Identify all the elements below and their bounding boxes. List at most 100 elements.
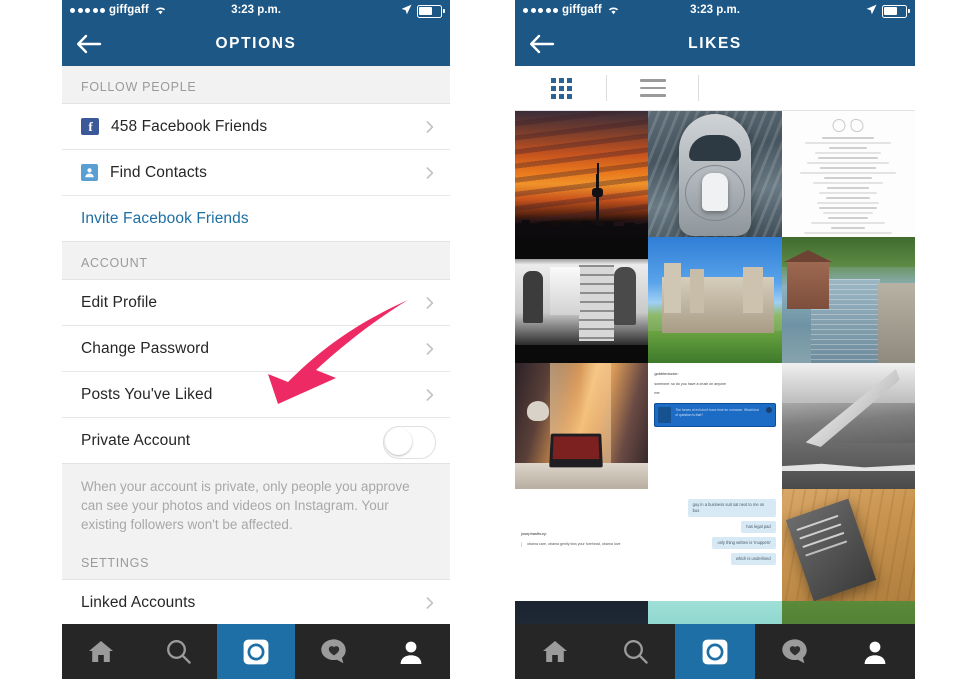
tile-tumblr-crush[interactable]: gobbledoctor: someone: so do you have a … [648,363,782,489]
row-find-contacts[interactable]: Find Contacts [62,149,450,195]
grid-view-tab[interactable] [515,66,607,110]
activity-tab[interactable] [755,624,835,679]
private-account-note: When your account is private, only peopl… [62,463,450,550]
camera-tab[interactable] [675,624,755,679]
tile-tumblr-obama[interactable]: josephasfbury: obama care, obama gently … [515,489,649,601]
tracklist-logo-icon [832,119,864,132]
heart-bubble-icon [320,639,346,664]
row-label: Posts You've Liked [81,385,213,403]
tumblr-line-2: me: [654,391,661,396]
search-tab[interactable] [595,624,675,679]
row-label: Private Account [81,431,191,449]
camera-icon [243,639,269,664]
facebook-icon: f [81,118,99,135]
status-bar-left: giffgaff 3:23 p.m. [62,0,450,22]
chevron-right-icon [426,166,434,179]
tracklist-lines [782,137,915,237]
location-arrow-icon [866,4,877,18]
person-icon [400,641,422,664]
row-label: Invite Facebook Friends [81,209,249,227]
phone-screen-options: giffgaff 3:23 p.m. OPTIONS FOLLOW PEOPLE [62,0,450,679]
contacts-icon [81,164,98,181]
row-posts-youve-liked[interactable]: Posts You've Liked [62,371,450,417]
search-icon [623,640,648,664]
status-right-group [866,4,910,18]
grid-icon [550,77,572,99]
status-right-group [401,4,445,18]
camera-icon [702,639,728,664]
tile-sunset-skyline[interactable] [515,111,649,237]
tumblr-line-1: someone: so do you have a crush on anyon… [654,382,727,386]
heart-bubble-icon [782,639,807,664]
chat-bubble: guy in a business suit sat next to me on… [687,499,776,517]
dialog-text: The forces of evil don't have time for r… [675,407,759,417]
nav-bar-right: LIKES [515,22,915,66]
battery-icon [882,4,910,18]
tab-bar-right [515,624,915,679]
activity-tab[interactable] [295,624,373,679]
tile-bw-interior[interactable] [515,237,649,363]
home-icon [88,640,113,662]
phone-screen-likes: giffgaff 3:23 p.m. LIKES gobbledoctor: s… [515,0,915,679]
list-icon [640,79,666,97]
row-invite-facebook-friends[interactable]: Invite Facebook Friends [62,195,450,241]
person-icon [864,641,886,664]
tile-river-houses[interactable] [781,237,915,363]
tumblr-username: gobbledoctor: [654,371,679,376]
clock-label: 3:23 p.m. [231,4,281,16]
row-label: Find Contacts [110,163,207,181]
dialog-close-icon [765,406,772,413]
row-change-password[interactable]: Change Password [62,325,450,371]
tumblr-quote: obama care, obama gently kiss your foreh… [521,542,642,548]
chevron-right-icon [426,120,434,133]
home-icon [543,640,567,662]
tile-desk-laptop[interactable] [515,363,649,489]
row-label: Edit Profile [81,293,158,311]
chat-bubble: has legal pad [741,520,776,533]
row-label: 458 Facebook Friends [111,117,268,135]
section-header-follow-people: FOLLOW PEOPLE [62,66,450,104]
tab-bar-left [62,624,450,679]
tile-yacht[interactable] [648,111,782,237]
row-label: Linked Accounts [81,593,196,611]
section-header-account: ACCOUNT [62,241,450,280]
profile-tab[interactable] [372,624,450,679]
profile-tab[interactable] [835,624,915,679]
row-facebook-friends[interactable]: f 458 Facebook Friends [62,104,450,149]
clock-label: 3:23 p.m. [690,4,740,16]
chevron-right-icon [426,388,434,401]
search-icon [166,640,191,664]
section-header-settings: SETTINGS [62,550,450,580]
chat-bubble: which is underlined [730,552,776,565]
home-tab[interactable] [62,624,140,679]
tile-tracklist[interactable] [781,111,915,237]
row-edit-profile[interactable]: Edit Profile [62,280,450,325]
row-label: Change Password [81,339,210,357]
location-arrow-icon [401,4,412,18]
tile-castle[interactable] [648,237,782,363]
list-view-tab[interactable] [607,66,699,110]
tile-chat-muppets[interactable]: guy in a business suit sat next to me on… [648,489,782,601]
row-linked-accounts[interactable]: Linked Accounts [62,580,450,625]
screenshot-root: giffgaff 3:23 p.m. OPTIONS FOLLOW PEOPLE [0,0,960,679]
battery-icon [417,4,445,18]
liked-posts-grid: gobbledoctor: someone: so do you have a … [515,111,915,679]
tile-book-cover[interactable] [781,489,915,601]
page-title: LIKES [688,35,742,52]
home-tab[interactable] [515,624,595,679]
options-list: FOLLOW PEOPLE f 458 Facebook Friends Fin… [62,66,450,625]
chat-bubble: only thing written is 'muppets' [712,536,776,549]
nav-bar-left: OPTIONS [62,22,450,66]
view-mode-tabs [515,66,915,111]
dialog-avatar-icon [658,406,672,423]
chevron-right-icon [426,342,434,355]
status-bar-right: giffgaff 3:23 p.m. [515,0,915,22]
tumblr-username: josephasfbury: [521,531,548,536]
row-private-account[interactable]: Private Account [62,417,450,463]
search-tab[interactable] [140,624,218,679]
private-account-toggle[interactable] [383,425,436,459]
page-title: OPTIONS [215,35,297,52]
tumblr-dialog-box: The forces of evil don't have time for r… [654,402,776,427]
camera-tab[interactable] [217,624,295,679]
tile-airplane-wing[interactable] [781,363,915,489]
